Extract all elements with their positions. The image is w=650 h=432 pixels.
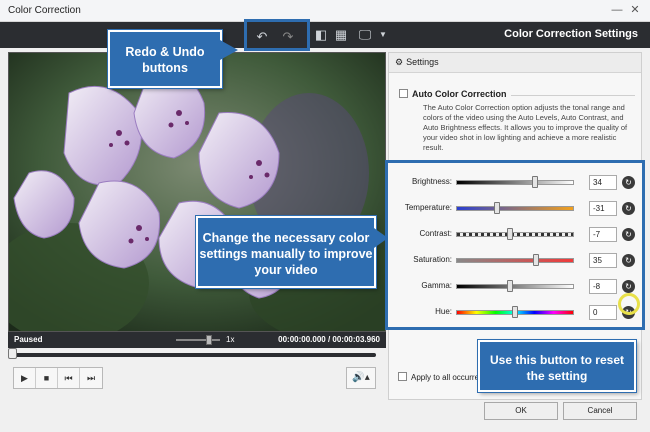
reset-icon[interactable]: ↻	[622, 228, 635, 241]
slider-value-input[interactable]: 34	[589, 175, 617, 190]
playback-status: Paused	[14, 335, 43, 344]
slider-row: Saturation: 35 ↻	[388, 253, 642, 269]
toolbar: ◧ ▦ 🖵 ▼ Color Correction Settings	[0, 22, 650, 48]
slider-track[interactable]	[456, 258, 574, 263]
panel-heading: Color Correction Settings	[504, 28, 638, 40]
slider-label: Brightness:	[411, 177, 452, 186]
redo-icon[interactable]: ↷	[279, 28, 297, 46]
callout-reset: Use this button to reset the setting	[478, 340, 636, 392]
undo-icon[interactable]: ↶	[253, 28, 271, 46]
slider-row: Gamma: -8 ↻	[388, 279, 642, 295]
ok-button[interactable]: OK	[484, 402, 558, 420]
slider-row: Hue: 0 ↻	[388, 305, 642, 321]
slider-thumb[interactable]	[532, 176, 539, 188]
slider-value-input[interactable]: -8	[589, 279, 617, 294]
window-title: Color Correction	[8, 5, 81, 16]
auto-color-correction[interactable]: Auto Color Correction	[399, 89, 507, 99]
seek-thumb[interactable]	[8, 348, 17, 359]
reset-icon[interactable]: ↻	[622, 202, 635, 215]
foxglove-image	[9, 53, 385, 331]
split-view-icon[interactable]: ◧	[312, 26, 330, 44]
next-frame-icon[interactable]: ⏭	[80, 368, 102, 388]
slider-label: Hue:	[435, 307, 452, 316]
slider-value-input[interactable]: -7	[589, 227, 617, 242]
settings-header: ⚙ Settings	[389, 53, 641, 73]
slider-thumb[interactable]	[494, 202, 501, 214]
minimize-icon[interactable]: —	[610, 3, 624, 17]
slider-label: Gamma:	[421, 281, 452, 290]
slider-value-input[interactable]: 0	[589, 305, 617, 320]
callout-arrow	[220, 40, 238, 60]
slider-thumb[interactable]	[507, 228, 514, 240]
slider-track[interactable]	[456, 206, 574, 211]
speed-label: 1x	[226, 335, 235, 344]
auto-correction-description: The Auto Color Correction option adjusts…	[423, 103, 628, 152]
divider	[511, 95, 635, 96]
speed-slider[interactable]	[176, 335, 220, 345]
settings-header-label: Settings	[406, 57, 439, 67]
monitor-icon[interactable]: 🖵	[356, 26, 374, 44]
play-icon[interactable]: ▶	[14, 368, 36, 388]
player-status-bar: Paused 1x 00:00:00.000 / 00:00:03.960	[8, 332, 386, 348]
grid-icon[interactable]: ▦	[332, 26, 350, 44]
slider-label: Contrast:	[419, 229, 452, 238]
video-preview[interactable]	[8, 52, 386, 332]
slider-row: Temperature: -31 ↻	[388, 201, 642, 217]
callout-color-settings: Change the necessary color settings manu…	[196, 216, 376, 288]
slider-label: Temperature:	[404, 203, 452, 212]
stop-icon[interactable]: ■	[36, 368, 58, 388]
callout-arrow	[374, 228, 388, 248]
callout-undo-redo: Redo & Undo buttons	[108, 30, 222, 88]
slider-thumb[interactable]	[512, 306, 518, 318]
seek-bar[interactable]	[14, 353, 376, 357]
slider-thumb[interactable]	[507, 280, 514, 292]
slider-row: Brightness: 34 ↻	[388, 175, 642, 191]
slider-value-input[interactable]: 35	[589, 253, 617, 268]
reset-icon[interactable]: ↻	[622, 254, 635, 267]
slider-label: Saturation:	[413, 255, 452, 264]
slider-row: Contrast: -7 ↻	[388, 227, 642, 243]
color-sliders-group: Brightness: 34 ↻ Temperature: -31 ↻ Contrast: -…	[385, 160, 645, 330]
title-bar: Color Correction — ✕	[0, 0, 650, 22]
apply-all-label: Apply to all occurrer	[411, 373, 482, 382]
reset-icon[interactable]: ↻	[622, 280, 635, 293]
slider-track[interactable]	[456, 284, 574, 289]
timecode: 00:00:00.000 / 00:00:03.960	[278, 335, 380, 344]
slider-thumb[interactable]	[533, 254, 540, 266]
cancel-button[interactable]: Cancel	[563, 402, 637, 420]
gear-icon: ⚙	[395, 57, 404, 67]
auto-correction-label: Auto Color Correction	[412, 89, 507, 99]
reset-highlight-ring	[618, 293, 640, 315]
apply-to-all[interactable]: Apply to all occurrer	[398, 372, 482, 382]
chevron-down-icon[interactable]: ▼	[374, 26, 392, 44]
slider-track[interactable]	[456, 180, 574, 185]
close-icon[interactable]: ✕	[628, 3, 642, 17]
undo-redo-group: ↶ ↷	[244, 19, 310, 51]
slider-value-input[interactable]: -31	[589, 201, 617, 216]
auto-correction-checkbox[interactable]	[399, 89, 408, 98]
previous-frame-icon[interactable]: ⏮	[58, 368, 80, 388]
speed-slider-thumb[interactable]	[206, 335, 212, 345]
playback-controls: ▶ ■ ⏮ ⏭	[13, 367, 103, 389]
volume-icon[interactable]: 🔊▴	[346, 367, 376, 389]
slider-track[interactable]	[456, 232, 574, 237]
apply-all-checkbox[interactable]	[398, 372, 407, 381]
reset-icon[interactable]: ↻	[622, 176, 635, 189]
